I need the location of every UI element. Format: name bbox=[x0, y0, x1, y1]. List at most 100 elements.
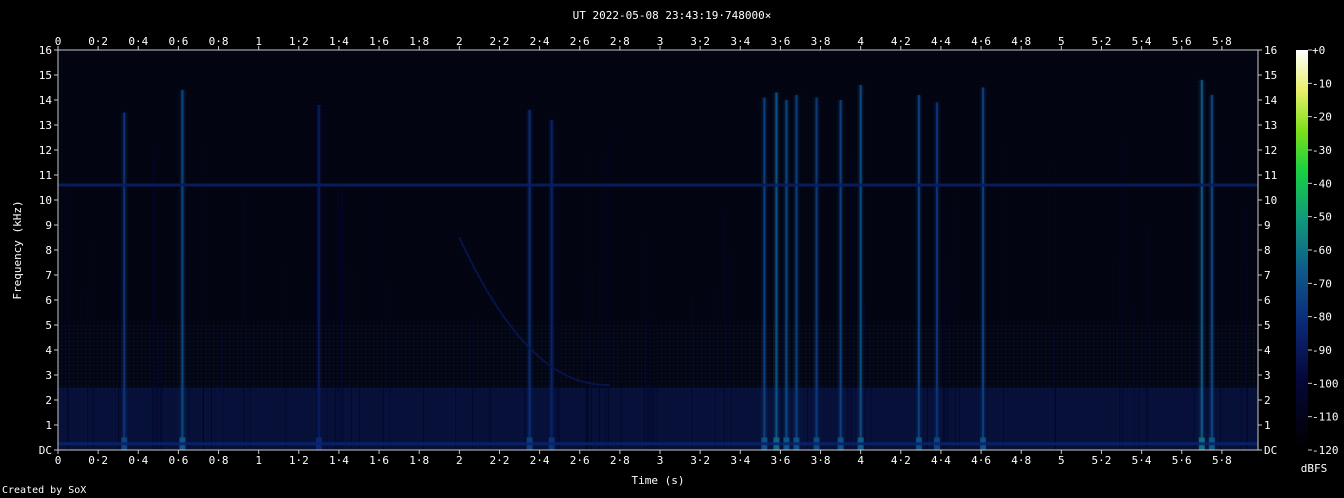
noise-streak bbox=[806, 353, 809, 450]
x-tick-label-top: 0·6 bbox=[168, 35, 188, 48]
noise-streak bbox=[691, 296, 693, 450]
y-tick-label-right: 5 bbox=[1264, 319, 1271, 332]
noise-streak bbox=[66, 285, 68, 450]
colorbar-tick-label: -100 bbox=[1312, 377, 1339, 390]
x-tick-label-top: 5·2 bbox=[1092, 35, 1112, 48]
noise-streak bbox=[558, 151, 560, 450]
event-line-9 bbox=[815, 97, 818, 450]
noise-streak bbox=[1220, 143, 1222, 450]
spectrogram-chart: 000·20·20·40·40·60·60·80·8111·21·21·41·4… bbox=[11, 35, 1339, 487]
noise-streak bbox=[334, 300, 336, 450]
x-tick-label-top: 4·8 bbox=[1011, 35, 1031, 48]
y-tick-label-right: 16 bbox=[1264, 44, 1277, 57]
x-tick-label-top: 3·8 bbox=[811, 35, 831, 48]
y-tick-label-right: 10 bbox=[1264, 194, 1277, 207]
x-tick-label-bottom: 2 bbox=[456, 454, 463, 467]
noise-streak bbox=[586, 356, 588, 450]
noise-streak bbox=[157, 357, 159, 450]
colorbar-tick-label: -30 bbox=[1312, 144, 1332, 157]
noise-streak bbox=[472, 317, 474, 450]
noise-streak bbox=[249, 144, 251, 451]
x-tick-label-bottom: 4·4 bbox=[931, 454, 951, 467]
noise-streak bbox=[454, 368, 456, 450]
colorbar-label: dBFS bbox=[1301, 462, 1328, 475]
noise-streak bbox=[723, 211, 726, 450]
y-tick-label-left: 3 bbox=[45, 369, 52, 382]
x-tick-label-bottom: 5·6 bbox=[1172, 454, 1192, 467]
noise-streak bbox=[202, 150, 204, 451]
x-tick-label-top: 0 bbox=[55, 35, 62, 48]
y-tick-label-left: 10 bbox=[39, 194, 52, 207]
noise-streak bbox=[284, 270, 287, 450]
noise-streak bbox=[161, 322, 163, 450]
x-axis-label: Time (s) bbox=[632, 474, 685, 487]
colorbar bbox=[1296, 50, 1308, 450]
x-tick-label-bottom: 0·2 bbox=[88, 454, 108, 467]
noise-streak bbox=[646, 234, 648, 450]
y-tick-label-right: 4 bbox=[1264, 344, 1271, 357]
x-tick-label-bottom: 3·2 bbox=[690, 454, 710, 467]
y-tick-label-right: 14 bbox=[1264, 94, 1278, 107]
noise-streak bbox=[926, 227, 928, 450]
x-tick-label-bottom: 1·2 bbox=[289, 454, 309, 467]
x-tick-label-top: 2·6 bbox=[570, 35, 590, 48]
x-tick-label-top: 4 bbox=[857, 35, 864, 48]
noise-streak bbox=[1193, 174, 1195, 451]
x-tick-label-bottom: 4·6 bbox=[971, 454, 991, 467]
x-tick-label-top: 3·6 bbox=[770, 35, 790, 48]
x-tick-label-bottom: 4 bbox=[857, 454, 864, 467]
event-line-15 bbox=[1200, 80, 1203, 450]
x-tick-label-top: 2·2 bbox=[490, 35, 510, 48]
event-line-0 bbox=[123, 112, 126, 450]
y-tick-label-right: 8 bbox=[1264, 244, 1271, 257]
noise-streak bbox=[389, 286, 391, 450]
colorbar-tick-label: -60 bbox=[1312, 244, 1332, 257]
x-tick-label-top: 1·8 bbox=[409, 35, 429, 48]
noise-streak bbox=[846, 355, 849, 450]
y-tick-label-right: 6 bbox=[1264, 294, 1271, 307]
event-line-5 bbox=[763, 97, 766, 450]
x-tick-label-top: 2·4 bbox=[530, 35, 550, 48]
x-tick-label-bottom: 4·8 bbox=[1011, 454, 1031, 467]
noise-streak bbox=[954, 214, 957, 450]
x-tick-label-bottom: 0 bbox=[55, 454, 62, 467]
x-tick-label-bottom: 2·4 bbox=[530, 454, 550, 467]
noise-streak bbox=[850, 157, 852, 451]
x-tick-label-top: 3·4 bbox=[730, 35, 750, 48]
noise-streak bbox=[590, 154, 593, 450]
noise-streak bbox=[1145, 242, 1147, 450]
y-tick-label-right: 15 bbox=[1264, 69, 1277, 82]
x-tick-label-top: 2 bbox=[456, 35, 463, 48]
event-line-7 bbox=[785, 100, 788, 450]
x-tick-label-top: 3 bbox=[657, 35, 664, 48]
x-tick-label-bottom: 5·8 bbox=[1212, 454, 1232, 467]
y-tick-label-left: 5 bbox=[45, 319, 52, 332]
noise-streak bbox=[337, 190, 339, 450]
x-tick-label-bottom: 3·4 bbox=[730, 454, 750, 467]
noise-streak bbox=[608, 133, 610, 450]
y-tick-label-left: 16 bbox=[39, 44, 52, 57]
x-tick-label-bottom: 1·8 bbox=[409, 454, 429, 467]
noise-streak bbox=[422, 367, 425, 450]
x-tick-label-top: 4·2 bbox=[891, 35, 911, 48]
y-tick-label-left: 11 bbox=[39, 169, 52, 182]
noise-streak bbox=[947, 260, 950, 450]
x-tick-label-top: 1·4 bbox=[329, 35, 349, 48]
noise-streak bbox=[118, 140, 120, 450]
x-tick-label-top: 5 bbox=[1058, 35, 1065, 48]
noise-streak bbox=[86, 294, 89, 450]
colorbar-tick-label: -120 bbox=[1312, 444, 1339, 457]
x-tick-label-bottom: 5·4 bbox=[1132, 454, 1152, 467]
noise-streak bbox=[156, 369, 158, 450]
y-tick-label-right: 1 bbox=[1264, 419, 1271, 432]
noise-streak bbox=[188, 255, 191, 450]
x-tick-label-top: 2·8 bbox=[610, 35, 630, 48]
noise-streak bbox=[382, 183, 384, 450]
x-tick-label-bottom: 3 bbox=[657, 454, 664, 467]
noise-streak bbox=[944, 290, 946, 450]
colorbar-tick-label: -110 bbox=[1312, 411, 1339, 424]
y-tick-label-left: 4 bbox=[45, 344, 52, 357]
x-tick-label-top: 0·4 bbox=[128, 35, 148, 48]
noise-streak bbox=[781, 274, 783, 450]
x-tick-label-bottom: 3·6 bbox=[770, 454, 790, 467]
